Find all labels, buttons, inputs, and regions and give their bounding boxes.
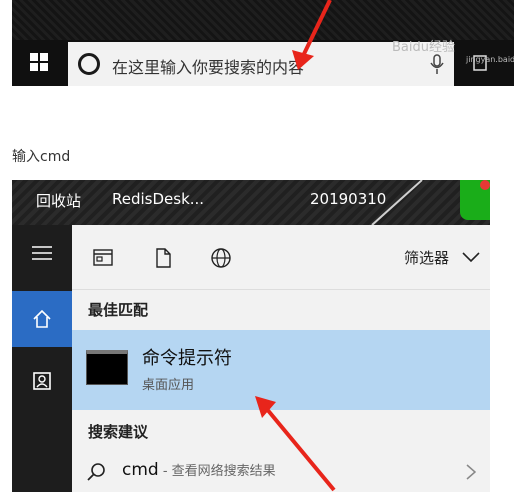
desktop-icon-redisdesktop[interactable]: RedisDesk...: [112, 190, 204, 208]
chevron-right-icon[interactable]: [466, 464, 476, 480]
best-match-title: 命令提示符: [142, 348, 232, 369]
start-menu-rail: [12, 225, 72, 492]
desktop-icon-recycle-bin[interactable]: 回收站: [36, 190, 81, 211]
best-match-command-prompt[interactable]: 命令提示符 桌面应用: [72, 330, 490, 410]
desktop-icon-folder-20190310[interactable]: 20190310: [310, 190, 386, 208]
home-icon: [33, 309, 51, 328]
notification-badge: [480, 180, 490, 190]
watermark-url: jingyan.baidu.com: [466, 55, 514, 64]
suggestion-text: cmd - 查看网络搜索结果: [122, 460, 276, 480]
suggestions-header: 搜索建议: [88, 423, 149, 441]
suggestion-hint: - 查看网络搜索结果: [158, 464, 276, 479]
hamburger-icon: [32, 246, 52, 260]
windows-logo-icon[interactable]: [30, 53, 48, 71]
rail-contacts-button[interactable]: [12, 353, 72, 409]
search-filter-toolbar: 筛选器: [72, 225, 490, 289]
filter-dropdown-label[interactable]: 筛选器: [404, 247, 449, 268]
start-menu-screenshot: 回收站 RedisDesk... 20190310 筛选器 最佳匹配 命令提示符…: [12, 180, 490, 492]
contacts-icon: [33, 372, 51, 390]
desktop-wallpaper-lines: [371, 180, 423, 225]
search-icon: [87, 463, 105, 481]
cortana-icon: [78, 53, 100, 75]
hamburger-menu-button[interactable]: [12, 225, 72, 281]
file-filter-icon[interactable]: [152, 247, 174, 269]
best-match-subtitle: 桌面应用: [142, 378, 195, 393]
desktop-background: [12, 0, 514, 40]
toolbar-divider: [72, 289, 490, 290]
documents-filter-icon[interactable]: [92, 247, 114, 269]
search-placeholder: 在这里输入你要搜索的内容: [112, 58, 305, 77]
rail-home-button[interactable]: [12, 291, 72, 347]
watermark: Baidu经验: [392, 40, 455, 55]
mic-icon[interactable]: [430, 54, 444, 76]
web-suggestion-row[interactable]: cmd - 查看网络搜索结果: [72, 452, 490, 492]
chevron-down-icon[interactable]: [462, 251, 480, 263]
search-results-panel: 筛选器 最佳匹配 命令提示符 桌面应用 搜索建议 cmd - 查看网络搜索结果: [72, 225, 490, 492]
taskbar-screenshot: 在这里输入你要搜索的内容 Baidu经验 jingyan.baidu.com: [12, 0, 514, 86]
suggestion-query: cmd: [122, 460, 159, 480]
desktop-strip: 回收站 RedisDesk... 20190310: [12, 180, 490, 225]
step-caption: 输入cmd: [12, 149, 71, 165]
web-filter-icon[interactable]: [210, 247, 232, 269]
best-match-header: 最佳匹配: [88, 301, 149, 319]
command-prompt-icon: [86, 350, 128, 385]
